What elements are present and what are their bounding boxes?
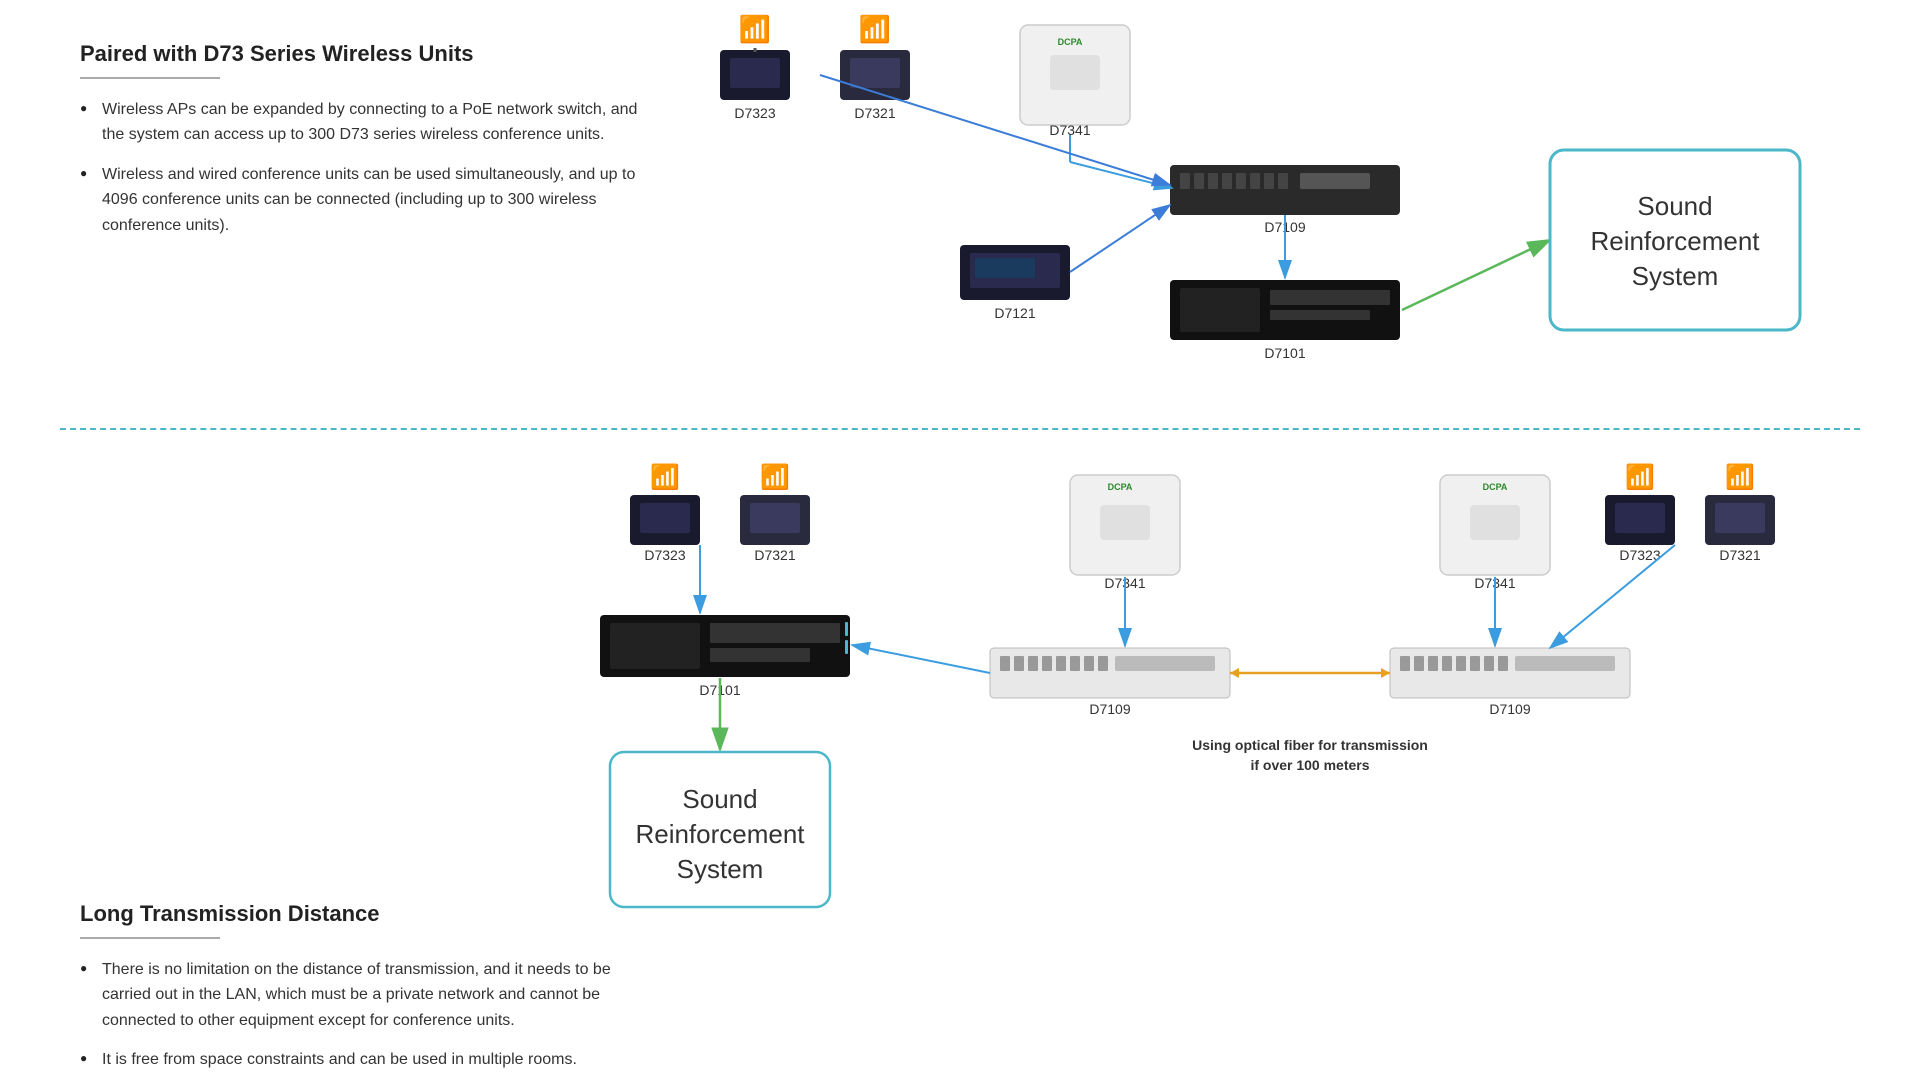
bottom-bullet-list: There is no limitation on the distance o… <box>80 957 640 1073</box>
top-bullet-2: Wireless and wired conference units can … <box>80 162 640 239</box>
label-d7101-top: D7101 <box>1264 345 1305 361</box>
fiber-label-line1: Using optical fiber for transmission <box>1192 737 1428 753</box>
sound-box-text-top: Sound <box>1637 191 1712 221</box>
d7341-right-logo: DCPA <box>1483 482 1508 492</box>
top-bullet-1: Wireless APs can be expanded by connecti… <box>80 97 640 148</box>
wifi-right-d7323: 📶 <box>1625 463 1655 491</box>
top-title-underline <box>80 77 220 79</box>
sound-box-text2-top: Reinforcement <box>1590 226 1760 256</box>
wifi-left-d7321: 📶 <box>760 463 790 491</box>
bottom-text-panel: Long Transmission Distance There is no l… <box>80 900 640 1087</box>
label-d7323-bottom-left: D7323 <box>644 547 685 563</box>
d7109-mid-body <box>990 648 1230 698</box>
sound-box-text-bottom3: System <box>677 854 764 884</box>
label-d7121-top: D7121 <box>994 305 1035 321</box>
d7109-right-body <box>1390 648 1630 698</box>
d7109-body-top <box>1170 165 1400 215</box>
bottom-bullet-1: There is no limitation on the distance o… <box>80 957 640 1034</box>
d7341-screen-top <box>1050 55 1100 90</box>
page-wrapper: Paired with D73 Series Wireless Units Wi… <box>0 0 1920 905</box>
top-diagram-svg: 📶 📶 D7323 D7321 DCPA D7341 <box>680 10 1860 420</box>
wifi-left-d7323: 📶 <box>650 463 680 491</box>
label-d7109-mid: D7109 <box>1089 701 1130 717</box>
sound-box-text3-top: System <box>1632 261 1719 291</box>
bottom-diagram-svg: 📶 📶 D7323 D7321 D7101 <box>590 460 1920 920</box>
top-title: Paired with D73 Series Wireless Units <box>80 40 640 69</box>
bottom-section: Long Transmission Distance There is no l… <box>0 430 1920 905</box>
top-section: Paired with D73 Series Wireless Units Wi… <box>0 0 1920 430</box>
bottom-title-underline <box>80 937 220 939</box>
fiber-label-line2: if over 100 meters <box>1250 757 1369 773</box>
wifi-d7323-top: 📶 <box>739 14 771 44</box>
label-d7321-top: D7321 <box>854 105 895 121</box>
label-d7321-bottom-right: D7321 <box>1719 547 1760 563</box>
bottom-bullet-2: It is free from space constraints and ca… <box>80 1047 640 1073</box>
d7341-mid-logo: DCPA <box>1108 482 1133 492</box>
d7341-logo: DCPA <box>1058 37 1083 47</box>
sound-box-text-bottom2: Reinforcement <box>635 819 805 849</box>
label-d7323-top: D7323 <box>734 105 775 121</box>
d7101-panel <box>1180 288 1260 332</box>
sound-box-text-bottom1: Sound <box>682 784 757 814</box>
wifi-right-d7321: 📶 <box>1725 463 1755 491</box>
d7321-screen-top <box>850 58 900 88</box>
top-text-panel: Paired with D73 Series Wireless Units Wi… <box>80 40 640 253</box>
d7109-port1 <box>1180 173 1190 189</box>
label-d7321-bottom-left: D7321 <box>754 547 795 563</box>
bottom-title: Long Transmission Distance <box>80 900 640 929</box>
top-bullet-list: Wireless APs can be expanded by connecti… <box>80 97 640 239</box>
wifi-d7321-top: 📶 <box>859 14 891 44</box>
d7323-screen-top <box>730 58 780 88</box>
label-d7109-right: D7109 <box>1489 701 1530 717</box>
